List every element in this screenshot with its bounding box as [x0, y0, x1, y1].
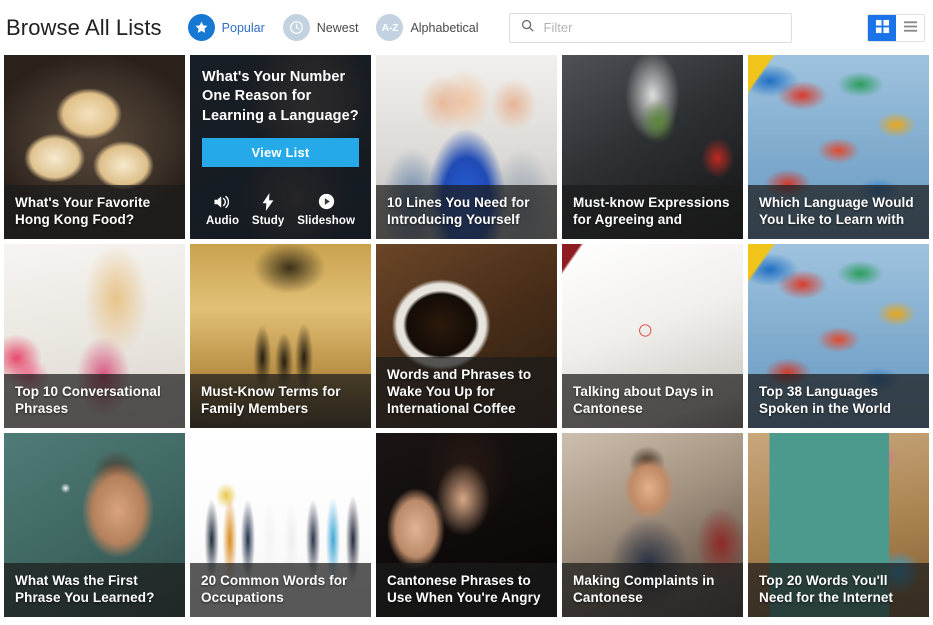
sort-option-alphabetical-label: Alphabetical: [410, 20, 479, 35]
card-title: Talking about Days in Cantonese: [562, 373, 743, 428]
lightning-bolt-icon: [261, 192, 275, 211]
card-title: Top 38 Languages Spoken in the World: [748, 373, 929, 428]
list-card[interactable]: Top 38 Languages Spoken in the World: [748, 244, 929, 428]
list-card[interactable]: Must-Know Terms for Family Members: [190, 244, 371, 428]
card-title: Must-know Expressions for Agreeing and: [562, 184, 743, 239]
list-card[interactable]: Top 20 Words You'll Need for the Interne…: [748, 433, 929, 617]
list-view-button[interactable]: [896, 14, 924, 41]
study-action[interactable]: Study: [251, 192, 285, 227]
sort-option-newest[interactable]: Newest: [282, 14, 359, 41]
audio-action-label: Audio: [206, 215, 240, 227]
sort-option-newest-label: Newest: [316, 20, 359, 35]
card-title: Which Language Would You Like to Learn w…: [748, 184, 929, 239]
list-icon: [903, 19, 918, 37]
grid-icon: [875, 19, 890, 37]
list-card[interactable]: Making Complaints in Cantonese: [562, 433, 743, 617]
card-title: What's Your Number One Reason for Learni…: [202, 69, 359, 124]
page-header: Browse All Lists Popular Newest A-Z Alph…: [0, 0, 933, 55]
search-field[interactable]: [508, 12, 792, 43]
slideshow-action-label: Slideshow: [297, 215, 355, 227]
slideshow-action[interactable]: Slideshow: [297, 193, 355, 227]
list-card[interactable]: What's Your Number One Reason for Learni…: [190, 55, 371, 239]
clock-icon: [282, 14, 310, 41]
card-title: Must-Know Terms for Family Members: [190, 373, 371, 428]
az-badge-text: A-Z: [381, 21, 399, 34]
list-card[interactable]: Words and Phrases to Wake You Up for Int…: [376, 244, 557, 428]
card-title: 20 Common Words for Occupations: [190, 562, 371, 617]
list-card[interactable]: 20 Common Words for Occupations: [190, 433, 371, 617]
sort-option-alphabetical[interactable]: A-Z Alphabetical: [376, 14, 479, 41]
list-card[interactable]: 10 Lines You Need for Introducing Yourse…: [376, 55, 557, 239]
search-icon: [520, 18, 535, 38]
card-title: Top 20 Words You'll Need for the Interne…: [748, 562, 929, 617]
list-card[interactable]: Top 10 Conversational Phrases: [4, 244, 185, 428]
card-title: Making Complaints in Cantonese: [562, 562, 743, 617]
card-title: Top 10 Conversational Phrases: [4, 373, 185, 428]
view-list-button[interactable]: View List: [202, 137, 359, 167]
card-title: What Was the First Phrase You Learned?: [4, 562, 185, 617]
lists-grid: What's Your Favorite Hong Kong Food? Wha…: [0, 55, 933, 617]
speaker-icon: [212, 193, 233, 210]
page-title: Browse All Lists: [6, 14, 162, 40]
sort-options: Popular Newest A-Z Alphabetical: [187, 14, 479, 41]
sort-option-popular[interactable]: Popular: [187, 14, 265, 41]
list-card[interactable]: Which Language Would You Like to Learn w…: [748, 55, 929, 239]
card-hover-overlay: What's Your Number One Reason for Learni…: [190, 55, 371, 239]
sort-option-popular-label: Popular: [221, 20, 265, 35]
alphabetical-az-icon: A-Z: [376, 14, 404, 41]
grid-view-button[interactable]: [868, 14, 896, 41]
card-title: Cantonese Phrases to Use When You're Ang…: [376, 562, 557, 617]
list-card[interactable]: Talking about Days in Cantonese: [562, 244, 743, 428]
view-toggle: [867, 13, 925, 42]
play-circle-icon: [318, 193, 335, 210]
audio-action[interactable]: Audio: [206, 193, 239, 227]
card-actions: Audio Study Slideshow: [202, 192, 359, 229]
card-title: Words and Phrases to Wake You Up for Int…: [376, 356, 557, 428]
star-icon: [187, 14, 215, 41]
card-title: What's Your Favorite Hong Kong Food?: [4, 184, 185, 239]
card-title: 10 Lines You Need for Introducing Yourse…: [376, 184, 557, 239]
list-card[interactable]: Cantonese Phrases to Use When You're Ang…: [376, 433, 557, 617]
study-action-label: Study: [251, 215, 285, 227]
list-card[interactable]: Must-know Expressions for Agreeing and: [562, 55, 743, 239]
list-card[interactable]: What Was the First Phrase You Learned?: [4, 433, 185, 617]
list-card[interactable]: What's Your Favorite Hong Kong Food?: [4, 55, 185, 239]
search-input[interactable]: [543, 20, 781, 35]
